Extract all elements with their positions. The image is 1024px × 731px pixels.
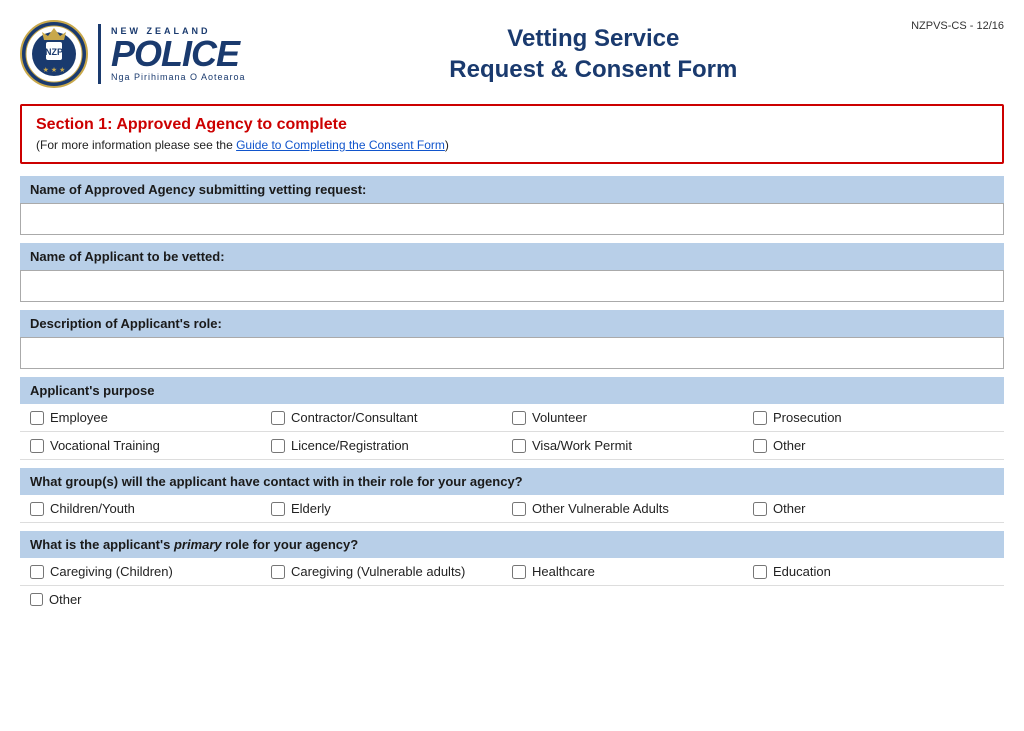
primary-role-item: Healthcare [512,564,753,579]
agency-field-block: Name of Approved Agency submitting vetti… [20,176,1004,235]
logo-text: NEW ZEALAND POLICE Nga Pirihimana O Aote… [111,26,246,82]
primary-role-text-0: Caregiving (Children) [50,564,173,579]
primary-role-other-checkbox[interactable] [30,593,43,606]
purpose2-checkbox-vocational-training[interactable] [30,439,44,453]
purpose-block: Applicant's purpose Employee Contractor/C… [20,377,1004,460]
section1-title: Section 1: Approved Agency to complete [36,116,988,134]
primary-role-row1: Caregiving (Children) Caregiving (Vulnera… [20,558,1004,586]
purpose2-label-0: Vocational Training [50,438,160,453]
purpose-row2-item: Other [753,438,994,453]
purpose2-checkbox-licence/registration[interactable] [271,439,285,453]
form-reference: NZPVS-CS - 12/16 [911,20,1004,32]
purpose-row2: Vocational Training Licence/Registration V… [20,432,1004,460]
groups-checkbox-elderly[interactable] [271,502,285,516]
primary-role-checkbox-caregiving-vulnerable-adults-[interactable] [271,565,285,579]
purpose-row1-item: Contractor/Consultant [271,410,512,425]
police-badge-icon: NZP ★ ★ ★ [20,20,88,88]
section1-sub-pre: (For more information please see the [36,138,236,152]
groups-label-3: Other [773,501,806,516]
primary-role-checkbox-caregiving-children-[interactable] [30,565,44,579]
agency-input[interactable] [20,203,1004,235]
primary-role-row2: Other [20,586,1004,613]
purpose-checkbox-contractor/consultant[interactable] [271,411,285,425]
primary-role-checkbox-healthcare[interactable] [512,565,526,579]
purpose-row2-item: Licence/Registration [271,438,512,453]
groups-item: Elderly [271,501,512,516]
purpose2-label-3: Other [773,438,806,453]
groups-checkbox-other[interactable] [753,502,767,516]
role-label: Description of Applicant's role: [20,310,1004,337]
primary-role-block: What is the applicant's primary role for… [20,531,1004,613]
title-line1: Vetting Service [507,25,679,52]
purpose2-checkbox-visa/work-permit[interactable] [512,439,526,453]
section1-banner: Section 1: Approved Agency to complete (… [20,104,1004,164]
logo-police: POLICE [111,36,246,72]
primary-role-item: Caregiving (Children) [30,564,271,579]
purpose-row1: Employee Contractor/Consultant Volunteer Pr… [20,404,1004,432]
groups-label-1: Elderly [291,501,331,516]
purpose-row1-item: Employee [30,410,271,425]
groups-row: Children/Youth Elderly Other Vulnerable Ad… [20,495,1004,523]
purpose-row2-item: Visa/Work Permit [512,438,753,453]
primary-role-item: Caregiving (Vulnerable adults) [271,564,512,579]
form-title: Vetting Service Request & Consent Form [246,23,912,85]
purpose-checkbox-prosecution[interactable] [753,411,767,425]
applicant-label: Name of Applicant to be vetted: [20,243,1004,270]
agency-label: Name of Approved Agency submitting vetti… [20,176,1004,203]
primary-role-text-3: Education [773,564,831,579]
purpose-label: Applicant's purpose [20,377,1004,404]
groups-item: Children/Youth [30,501,271,516]
purpose2-label-1: Licence/Registration [291,438,409,453]
purpose-label-2: Volunteer [532,410,587,425]
groups-item: Other [753,501,994,516]
primary-role-text-2: Healthcare [532,564,595,579]
section1-subtitle: (For more information please see the Gui… [36,138,988,152]
role-input[interactable] [20,337,1004,369]
groups-checkbox-children/youth[interactable] [30,502,44,516]
purpose2-label-2: Visa/Work Permit [532,438,632,453]
groups-label-2: Other Vulnerable Adults [532,501,669,516]
purpose-row1-item: Volunteer [512,410,753,425]
primary-role-text-1: Caregiving (Vulnerable adults) [291,564,465,579]
purpose-label-0: Employee [50,410,108,425]
header: NZP ★ ★ ★ NEW ZEALAND POLICE Nga Pirihim… [20,20,1004,88]
primary-role-other-label: Other [49,592,82,607]
title-line2: Request & Consent Form [449,56,737,83]
purpose-label-1: Contractor/Consultant [291,410,417,425]
groups-label-0: Children/Youth [50,501,135,516]
svg-text:★ ★ ★: ★ ★ ★ [43,66,66,74]
logo-area: NZP ★ ★ ★ NEW ZEALAND POLICE Nga Pirihim… [20,20,246,88]
groups-checkbox-other-vulnerable-adults[interactable] [512,502,526,516]
groups-label: What group(s) will the applicant have co… [20,468,1004,495]
purpose-label-3: Prosecution [773,410,842,425]
consent-form-guide-link[interactable]: Guide to Completing the Consent Form [236,138,445,152]
purpose-row1-item: Prosecution [753,410,994,425]
primary-role-checkbox-education[interactable] [753,565,767,579]
svg-text:NZP: NZP [45,47,63,57]
groups-block: What group(s) will the applicant have co… [20,468,1004,523]
section1-sub-post: ) [445,138,449,152]
applicant-input[interactable] [20,270,1004,302]
purpose2-checkbox-other[interactable] [753,439,767,453]
purpose-checkbox-volunteer[interactable] [512,411,526,425]
primary-role-item: Education [753,564,994,579]
primary-role-label: What is the applicant's primary role for… [20,531,1004,558]
purpose-row2-item: Vocational Training [30,438,271,453]
purpose-checkbox-employee[interactable] [30,411,44,425]
groups-item: Other Vulnerable Adults [512,501,753,516]
logo-divider [98,24,101,84]
logo-maori: Nga Pirihimana O Aotearoa [111,72,246,82]
role-field-block: Description of Applicant's role: [20,310,1004,369]
applicant-field-block: Name of Applicant to be vetted: [20,243,1004,302]
